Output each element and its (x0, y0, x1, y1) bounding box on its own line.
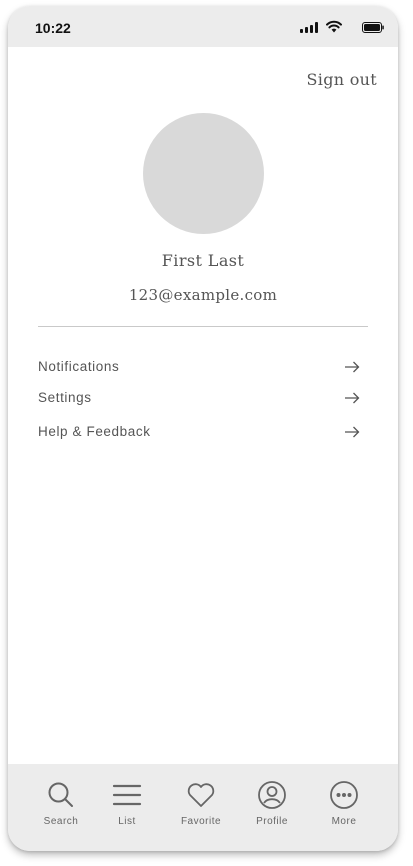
arrow-right-icon (345, 426, 360, 438)
tab-label: Profile (256, 816, 288, 827)
status-time: 10:22 (35, 20, 71, 36)
status-bar: 10:22 (8, 6, 398, 47)
menu-item-settings[interactable]: Settings (38, 387, 360, 411)
heart-icon (187, 783, 215, 807)
tab-label: Favorite (180, 816, 222, 827)
menu-item-help-feedback[interactable]: Help & Feedback (38, 421, 360, 445)
phone-frame: 10:22 Sign out First Last 123@example.co… (8, 6, 398, 851)
cellular-signal-icon (300, 22, 318, 33)
avatar (143, 113, 264, 234)
menu-item-label: Notifications (38, 359, 120, 374)
sign-out-button[interactable]: Sign out (307, 70, 377, 89)
profile-email: 123@example.com (128, 286, 278, 304)
menu-item-notifications[interactable]: Notifications (38, 356, 360, 380)
divider (38, 326, 368, 327)
search-icon (48, 782, 73, 807)
menu-item-label: Help & Feedback (38, 424, 151, 439)
list-icon (112, 784, 142, 806)
tab-label: More (331, 816, 357, 827)
arrow-right-icon (345, 392, 360, 404)
wifi-icon (326, 20, 342, 33)
tab-favorite[interactable]: Favorite (171, 780, 231, 840)
tab-bar: Search List Favorite Profile More (8, 764, 398, 851)
tab-label: List (118, 816, 136, 827)
tab-search[interactable]: Search (31, 780, 91, 840)
tab-label: Search (43, 816, 79, 827)
tab-profile[interactable]: Profile (242, 780, 302, 840)
more-icon (330, 781, 358, 809)
profile-name: First Last (161, 251, 245, 270)
battery-icon (362, 22, 384, 33)
tab-more[interactable]: More (314, 780, 374, 840)
menu-item-label: Settings (38, 390, 92, 405)
arrow-right-icon (345, 361, 360, 373)
tab-list[interactable]: List (97, 780, 157, 840)
profile-icon (258, 781, 286, 809)
